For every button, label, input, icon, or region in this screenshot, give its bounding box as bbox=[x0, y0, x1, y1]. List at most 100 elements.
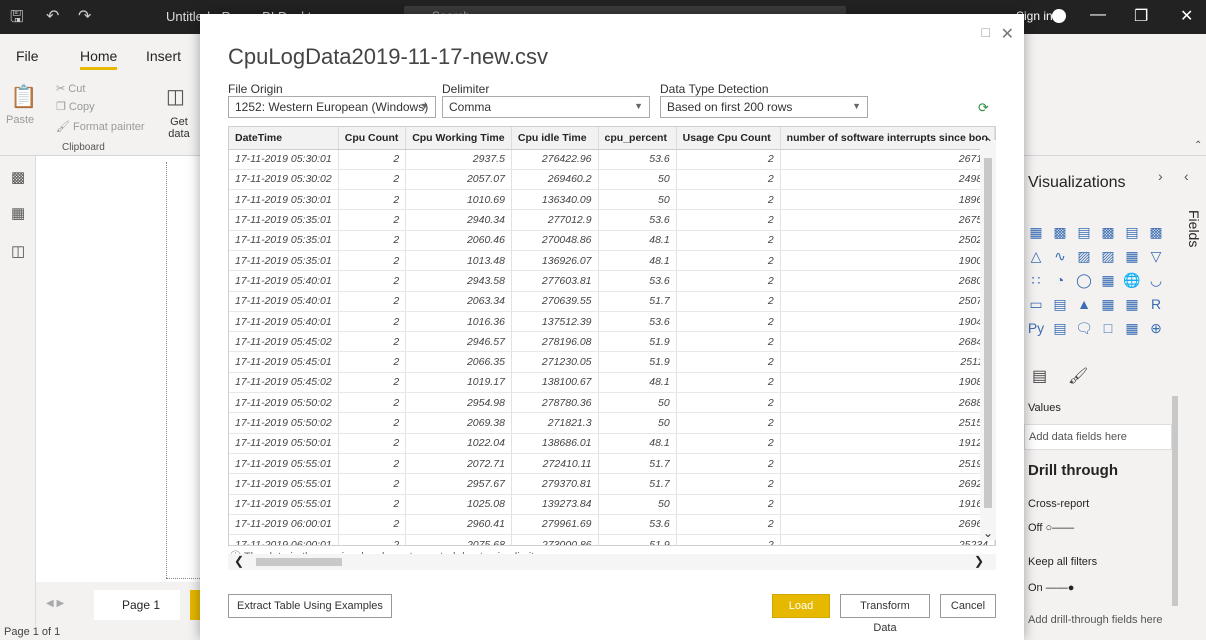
table-cell: 17-11-2019 05:30:02 bbox=[229, 169, 339, 191]
treemap-icon[interactable]: ▦ bbox=[1096, 272, 1120, 292]
close-icon[interactable]: ✕ bbox=[1180, 6, 1193, 26]
column-header[interactable]: number of software interrupts since boo bbox=[780, 127, 995, 150]
vertical-scroll-thumb[interactable] bbox=[984, 158, 992, 508]
report-canvas[interactable] bbox=[36, 156, 200, 582]
table-cell: 2 bbox=[676, 494, 781, 515]
file-origin-select[interactable]: 1252: Western European (Windows) ▼ bbox=[228, 96, 436, 118]
more-visuals-icon[interactable]: ⊕ bbox=[1144, 320, 1168, 340]
copy-button[interactable]: ❐ Copy bbox=[56, 100, 95, 113]
bar-chart-icon[interactable]: ▦ bbox=[1024, 224, 1048, 244]
dialog-close-icon[interactable]: ✕ bbox=[1001, 24, 1014, 44]
redo-icon[interactable]: ↷ bbox=[78, 6, 91, 26]
qna-icon[interactable]: 🗨 bbox=[1072, 320, 1096, 340]
column-header[interactable]: cpu_percent bbox=[598, 127, 677, 150]
collapse-ribbon-icon[interactable]: ⌃ bbox=[1194, 140, 1202, 151]
fields-pane-tab[interactable]: Fields bbox=[1186, 210, 1202, 247]
stacked-column-icon[interactable]: ▤ bbox=[1120, 224, 1144, 244]
table-cell: 24988 bbox=[780, 169, 995, 191]
line-stacked-icon[interactable]: ▨ bbox=[1096, 248, 1120, 268]
restore-icon[interactable]: ❐ bbox=[1134, 6, 1148, 26]
line-chart-icon[interactable]: ∿ bbox=[1048, 248, 1072, 268]
extract-table-button[interactable]: Extract Table Using Examples bbox=[228, 594, 392, 618]
clustered-column-icon[interactable]: ▩ bbox=[1096, 224, 1120, 244]
cut-button[interactable]: ✂ Cut bbox=[56, 82, 85, 95]
data-view-icon[interactable]: ▦ bbox=[11, 204, 25, 222]
page-tab[interactable]: Page 1 bbox=[94, 590, 180, 620]
ribbon-chart-icon[interactable]: ▩ bbox=[1144, 224, 1168, 244]
values-label: Values bbox=[1028, 402, 1061, 414]
python-visual-icon[interactable]: Py bbox=[1024, 320, 1048, 340]
scroll-left-icon[interactable]: ❮ bbox=[234, 554, 244, 568]
area-chart-icon[interactable]: △ bbox=[1024, 248, 1048, 268]
horizontal-scrollbar[interactable]: ❮ ❯ bbox=[228, 554, 996, 570]
column-chart-icon[interactable]: ▩ bbox=[1048, 224, 1072, 244]
scatter-icon[interactable]: ∷ bbox=[1024, 272, 1048, 292]
table-cell: 25152 bbox=[780, 412, 995, 434]
table-cell: 139273.84 bbox=[511, 494, 599, 515]
collapse-icon[interactable]: › bbox=[1158, 168, 1163, 184]
table-cell: 17-11-2019 05:40:01 bbox=[229, 311, 339, 333]
table-cell: 138100.67 bbox=[511, 372, 599, 394]
tab-home[interactable]: Home bbox=[80, 48, 118, 70]
report-view-icon[interactable]: ▩ bbox=[11, 168, 25, 186]
delimiter-select[interactable]: Comma ▼ bbox=[442, 96, 650, 118]
column-header[interactable]: Usage Cpu Count bbox=[676, 127, 781, 150]
vertical-scrollbar[interactable]: ⌃ ⌄ bbox=[980, 136, 996, 540]
load-button[interactable]: Load bbox=[772, 594, 830, 618]
drill-fields-drop-zone[interactable]: Add drill-through fields here bbox=[1028, 614, 1163, 626]
detection-select[interactable]: Based on first 200 rows ▼ bbox=[660, 96, 868, 118]
key-influencers-icon[interactable]: ▤ bbox=[1048, 320, 1072, 340]
matrix-icon[interactable]: ▦ bbox=[1120, 296, 1144, 316]
format-painter-button[interactable]: 🖌 Format painter bbox=[56, 120, 145, 133]
waterfall-icon[interactable]: ▦ bbox=[1120, 248, 1144, 268]
funnel-icon[interactable]: ▽ bbox=[1144, 248, 1168, 268]
scroll-right-icon[interactable]: ❯ bbox=[974, 554, 984, 568]
maximize-icon[interactable]: □ bbox=[982, 24, 990, 40]
horizontal-scroll-thumb[interactable] bbox=[256, 558, 342, 566]
column-header[interactable]: Cpu idle Time bbox=[511, 127, 599, 150]
chevron-down-icon: ▼ bbox=[420, 101, 429, 111]
save-icon[interactable]: 🖫 bbox=[10, 6, 24, 33]
minimize-icon[interactable]: — bbox=[1090, 6, 1106, 24]
pane-scrollbar[interactable] bbox=[1172, 396, 1178, 606]
refresh-icon[interactable]: ⟳ bbox=[978, 100, 989, 116]
scroll-up-icon[interactable]: ⌃ bbox=[980, 136, 996, 150]
cross-report-toggle[interactable]: Off ○—— bbox=[1028, 522, 1074, 534]
column-header[interactable]: Cpu Count bbox=[338, 127, 407, 150]
multirow-card-icon[interactable]: ▤ bbox=[1048, 296, 1072, 316]
donut-icon[interactable]: ◯ bbox=[1072, 272, 1096, 292]
table-cell: 17-11-2019 05:45:02 bbox=[229, 372, 339, 394]
gauge-icon[interactable]: ◡ bbox=[1144, 272, 1168, 292]
tab-insert[interactable]: Insert bbox=[146, 48, 181, 64]
transform-data-button[interactable]: Transform Data bbox=[840, 594, 930, 634]
undo-icon[interactable]: ↶ bbox=[46, 6, 59, 26]
pie-chart-icon[interactable]: ◔ bbox=[1048, 272, 1072, 292]
tab-file[interactable]: File bbox=[16, 48, 39, 64]
paginated-icon[interactable]: □ bbox=[1096, 320, 1120, 340]
get-data-button[interactable]: Get data bbox=[162, 116, 196, 140]
paste-button[interactable]: Paste bbox=[6, 114, 34, 126]
fields-well-icon[interactable]: ▤ bbox=[1032, 366, 1047, 386]
prev-page-icon[interactable]: ◀ ▶ bbox=[46, 598, 64, 609]
format-icon[interactable]: 🖌 bbox=[1068, 366, 1088, 386]
table-cell: 1025.08 bbox=[405, 494, 512, 515]
card-icon[interactable]: ▭ bbox=[1024, 296, 1048, 316]
r-visual-icon[interactable]: R bbox=[1144, 296, 1168, 316]
expand-icon[interactable]: ‹ bbox=[1184, 168, 1189, 184]
stacked-bar-icon[interactable]: ▤ bbox=[1072, 224, 1096, 244]
table-icon[interactable]: ▦ bbox=[1096, 296, 1120, 316]
kpi-icon[interactable]: ▲ bbox=[1072, 296, 1096, 316]
scroll-down-icon[interactable]: ⌄ bbox=[980, 526, 996, 540]
keep-filters-toggle[interactable]: On ——● bbox=[1028, 582, 1074, 594]
map-icon[interactable]: 🌐 bbox=[1120, 272, 1144, 292]
table-cell: 277603.81 bbox=[511, 270, 599, 292]
model-view-icon[interactable]: ◫ bbox=[11, 242, 25, 260]
column-header[interactable]: DateTime bbox=[229, 127, 339, 150]
line-column-icon[interactable]: ▨ bbox=[1072, 248, 1096, 268]
column-header[interactable]: Cpu Working Time bbox=[405, 127, 512, 150]
table-cell: 26718 bbox=[780, 149, 995, 170]
power-apps-icon[interactable]: ▦ bbox=[1120, 320, 1144, 340]
cancel-button[interactable]: Cancel bbox=[940, 594, 996, 618]
avatar[interactable] bbox=[1052, 9, 1066, 23]
values-drop-zone[interactable]: Add data fields here bbox=[1024, 424, 1172, 450]
